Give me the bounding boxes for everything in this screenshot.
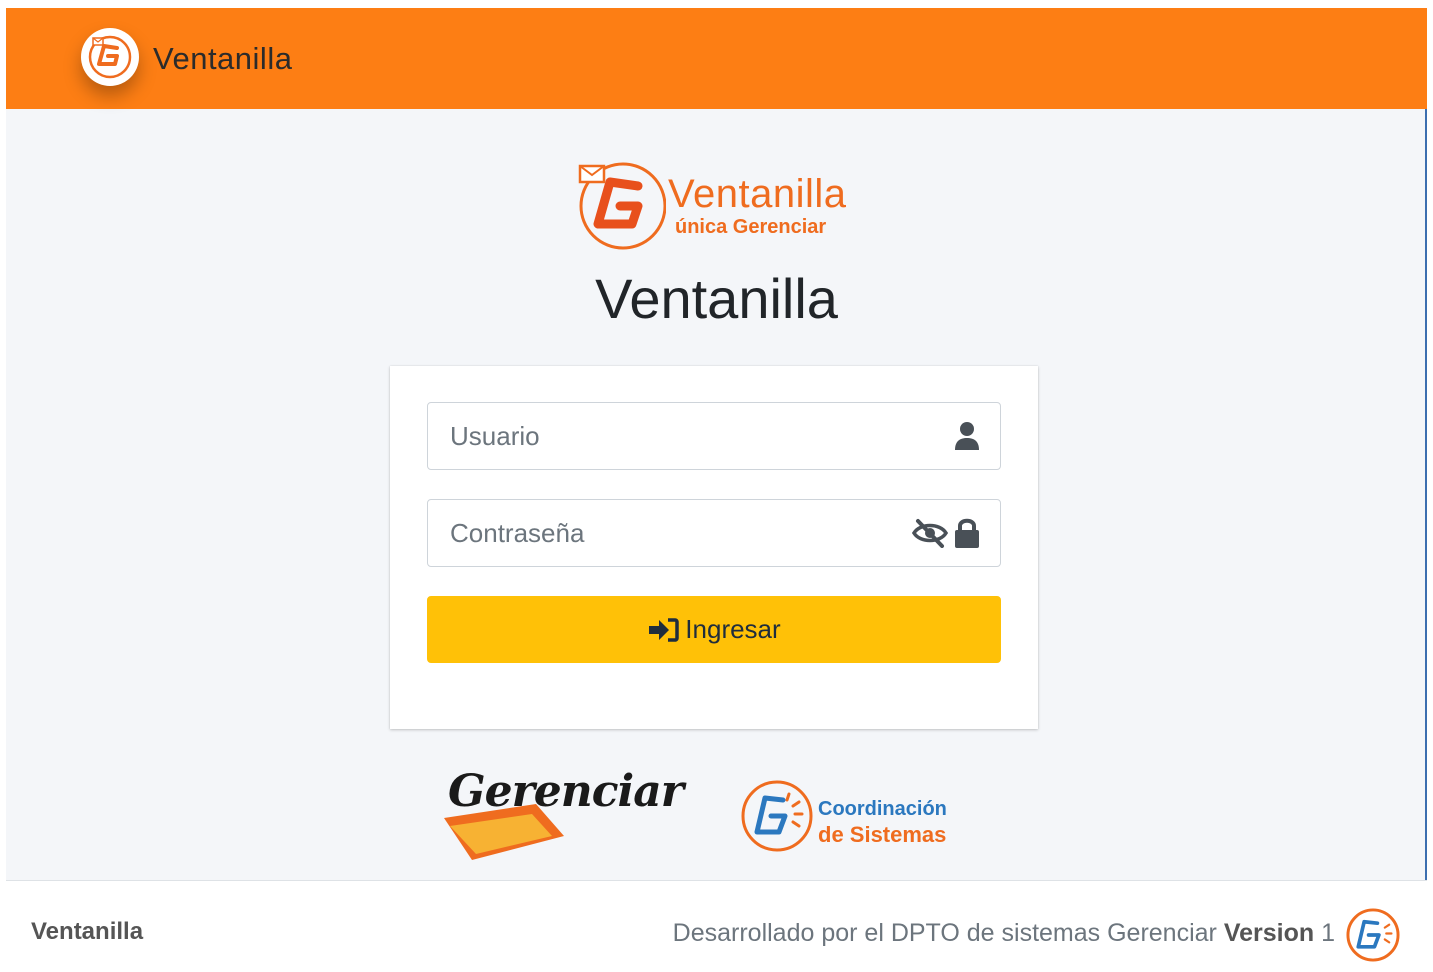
gerenciar-logo-text: Gerenciar [448,766,684,817]
password-field [427,499,1001,567]
footer-credits: Desarrollado por el DPTO de sistemas Ger… [673,919,1335,948]
footer-app-name: Ventanilla [31,918,144,945]
coordinacion-footer-logo-icon [1346,908,1400,962]
de-sistemas-text: de Sistemas [818,822,947,847]
lock-icon [955,518,979,548]
sign-in-icon [649,617,680,642]
username-input[interactable] [428,403,898,469]
ventanilla-unica-logo: Ventanilla única Gerenciar [576,158,866,258]
login-button[interactable]: Ingresar [427,596,1001,663]
footer-version-label: Version [1223,919,1315,947]
coordinacion-text: Coordinación [818,798,947,820]
footer-developed-by: Desarrollado por el DPTO de sistemas Ger… [672,919,1217,947]
ventanilla-g-emblem-icon [578,162,666,250]
top-navbar: Ventanilla [6,8,1427,109]
footer-version-number: 1 [1321,919,1335,947]
page-title: Ventanilla [595,267,838,330]
login-card: Ingresar [390,366,1038,729]
password-input[interactable] [428,500,898,566]
eye-slash-icon[interactable] [912,518,948,548]
logo-subtitle-text: única Gerenciar [675,216,827,238]
logo-title-text: Ventanilla [668,172,847,216]
page-frame: Ventanilla Ventanilla única Gerenciar Ve… [6,8,1427,972]
login-button-label: Ingresar [685,614,781,644]
username-field [427,402,1001,470]
user-icon [955,422,979,450]
brand-title[interactable]: Ventanilla [153,41,292,77]
partner-logos: Gerenciar Coordinación de Sistemas [436,760,976,870]
footer: Ventanilla Desarrollado por el DPTO de s… [6,880,1427,972]
brand-logo-icon[interactable] [81,28,139,86]
coordinacion-logo-icon [741,780,813,852]
